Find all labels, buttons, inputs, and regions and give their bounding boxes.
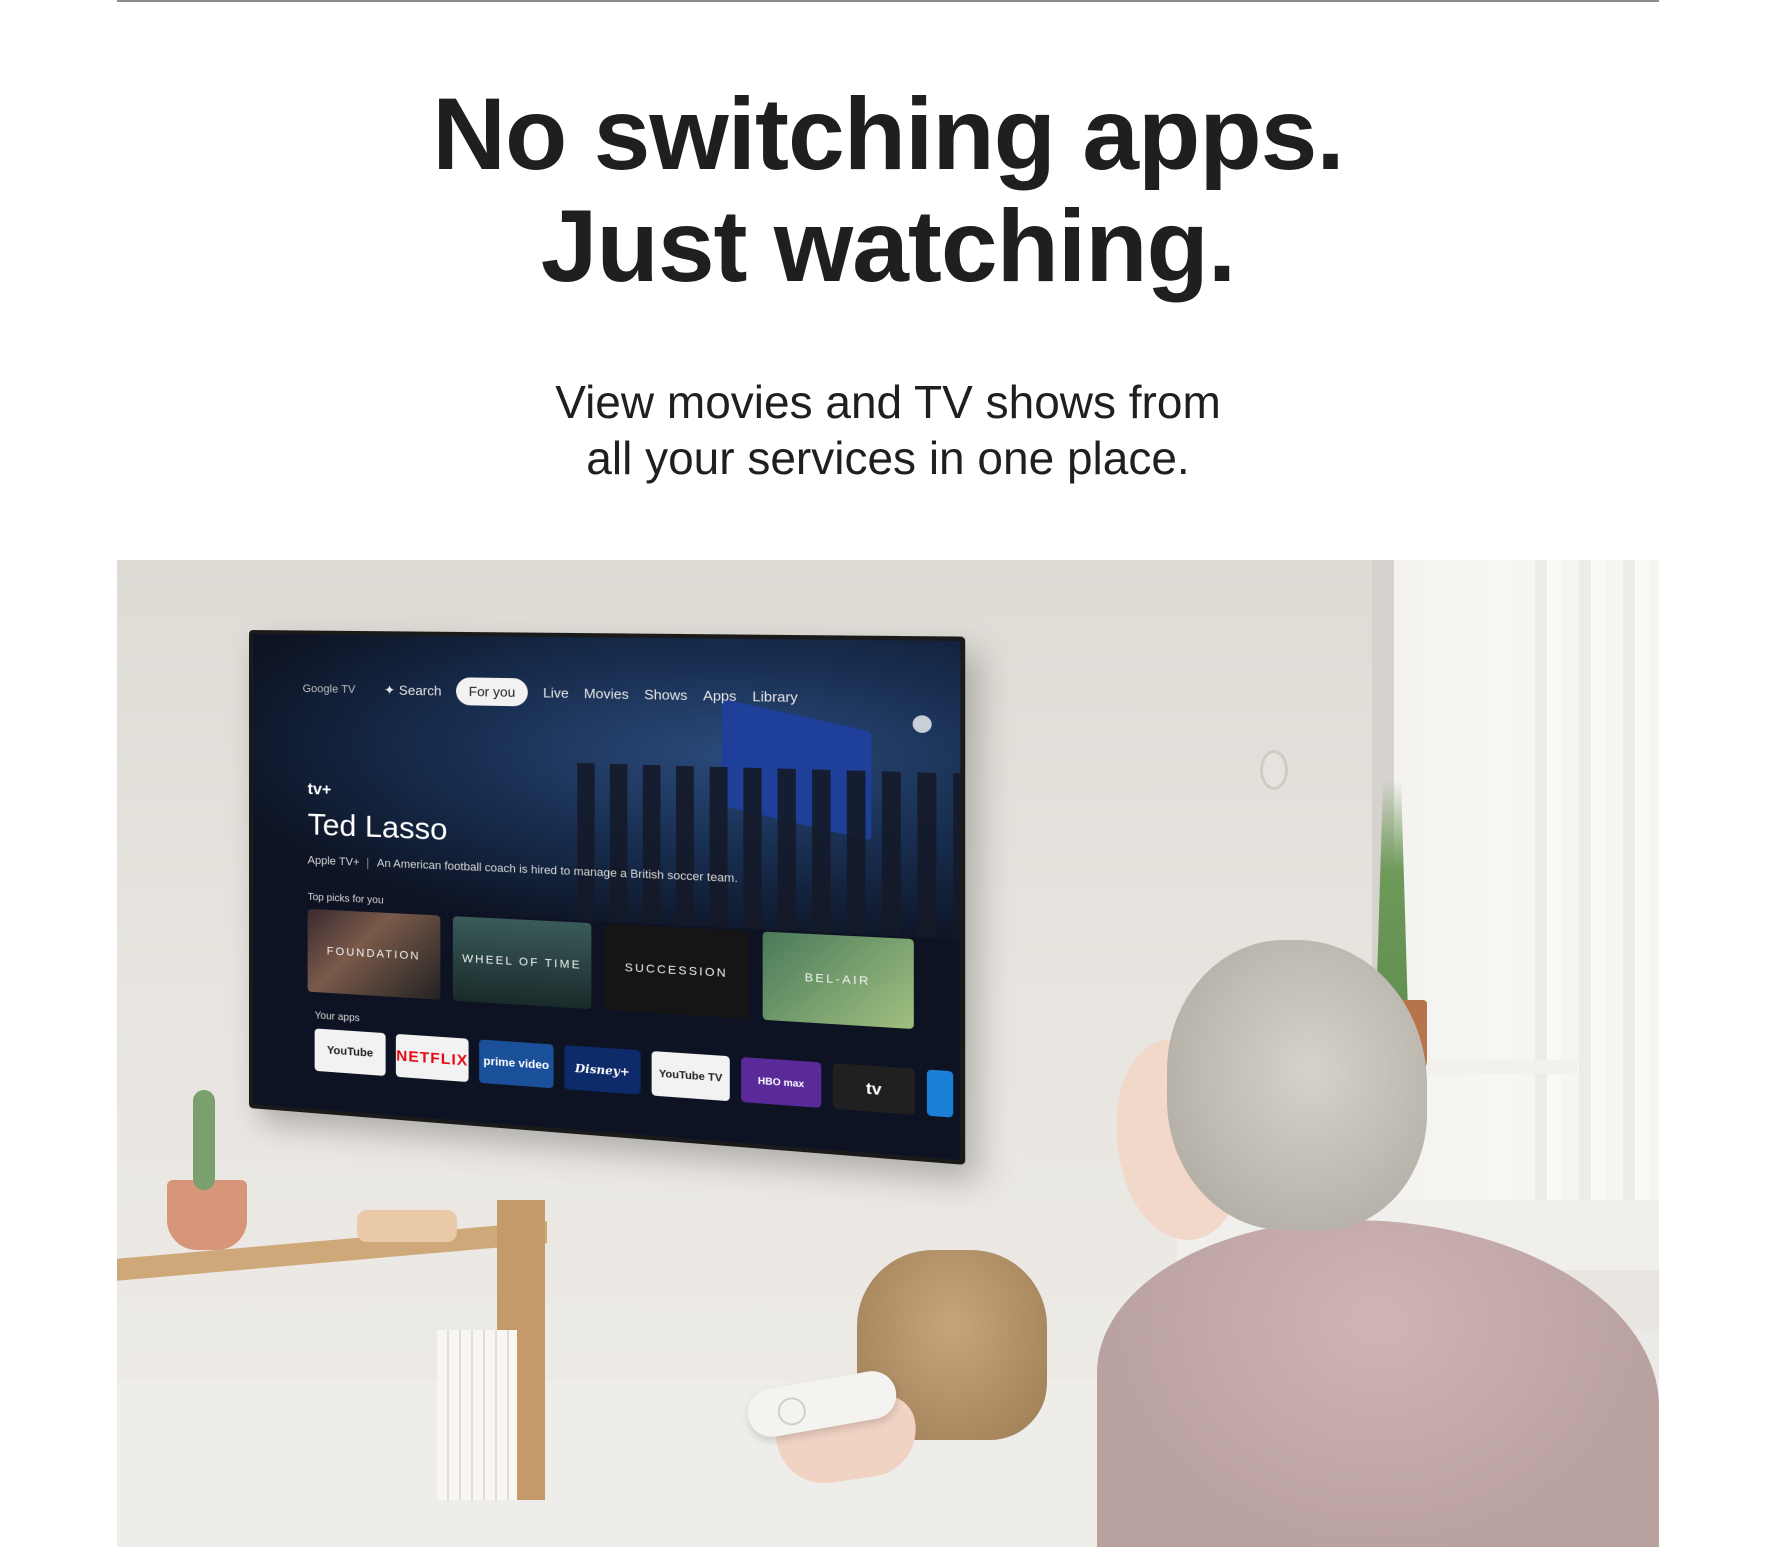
tv-nav-shows[interactable]: Shows <box>644 687 687 704</box>
featured-provider: tv+ <box>307 780 332 799</box>
app-hbo-max[interactable]: HBO max <box>741 1057 822 1108</box>
cast-figures <box>562 762 961 940</box>
app-more[interactable] <box>926 1069 954 1118</box>
app-disney-plus[interactable]: Disney+ <box>564 1045 641 1095</box>
app-youtube[interactable]: YouTube <box>314 1028 386 1077</box>
divider <box>367 857 369 869</box>
living-room-photo: Google TV ✦ Search For you Live Movies S… <box>117 560 1659 1547</box>
subheadline-line-1: View movies and TV shows from <box>555 376 1221 428</box>
featured-title: Ted Lasso <box>307 808 448 847</box>
decor-stone <box>357 1210 457 1242</box>
tv-brand: Google TV <box>302 682 356 696</box>
featured-service: Apple TV+ <box>307 854 360 869</box>
pick-card[interactable]: WHEEL OF TIME <box>452 916 592 1010</box>
headline-line-2: Just watching. <box>540 189 1236 303</box>
subheadline: View movies and TV shows from all your s… <box>117 374 1659 486</box>
tv-nav-for-you[interactable]: For you <box>456 677 529 707</box>
tv-nav-live[interactable]: Live <box>543 685 569 701</box>
app-netflix[interactable]: NETFLIX <box>395 1033 469 1083</box>
pick-card[interactable]: SUCCESSION <box>604 923 750 1019</box>
tv-nav-library[interactable]: Library <box>752 688 797 705</box>
headline-line-1: No switching apps. <box>432 77 1344 191</box>
app-youtube-tv[interactable]: YouTube TV <box>651 1051 730 1102</box>
your-apps-label: Your apps <box>314 1010 360 1025</box>
wall-switch <box>1260 750 1288 790</box>
tv-nav-search[interactable]: ✦ Search <box>384 682 442 699</box>
app-apple-tv[interactable]: tv <box>832 1063 916 1115</box>
pick-card[interactable]: FOUNDATION <box>307 908 441 1000</box>
pick-card[interactable]: BEL-AIR <box>762 931 914 1030</box>
headline: No switching apps. Just watching. <box>117 78 1659 302</box>
assistant-icon: ✦ <box>383 681 396 698</box>
tv-nav-apps[interactable]: Apps <box>703 688 736 705</box>
woman-hair <box>1167 940 1427 1230</box>
tv-screen: Google TV ✦ Search For you Live Movies S… <box>249 630 966 1165</box>
apps-row: YouTube NETFLIX prime video Disney+ YouT… <box>314 1028 954 1118</box>
books <box>437 1330 517 1500</box>
subheadline-line-2: all your services in one place. <box>586 432 1190 484</box>
top-divider <box>117 0 1659 2</box>
tv-nav-movies[interactable]: Movies <box>584 686 629 703</box>
cactus <box>193 1090 215 1190</box>
profile-avatar[interactable] <box>912 715 932 734</box>
cactus-pot <box>167 1180 247 1250</box>
app-prime-video[interactable]: prime video <box>479 1039 554 1089</box>
curtain <box>1517 560 1659 1280</box>
